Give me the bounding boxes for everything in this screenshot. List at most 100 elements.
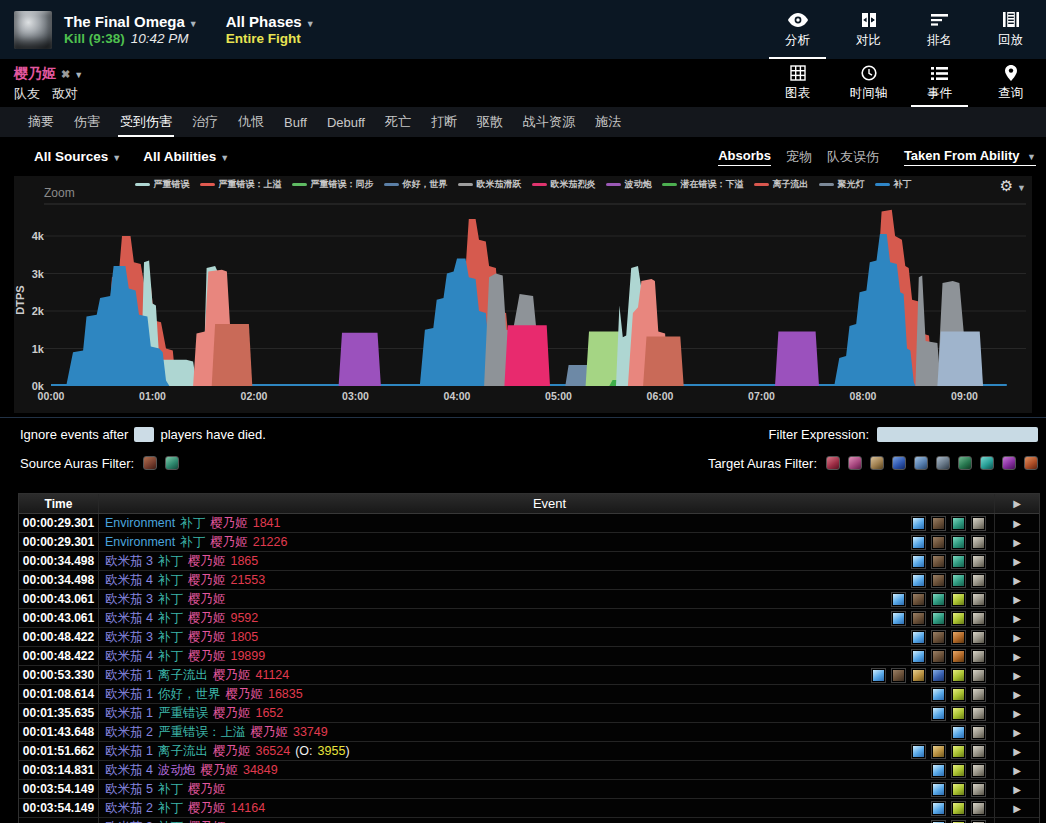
tab-Debuff[interactable]: Debuff — [317, 107, 375, 137]
aura-icon[interactable] — [892, 456, 906, 470]
aura-icon[interactable] — [951, 763, 966, 778]
tab-受到伤害[interactable]: 受到伤害 — [110, 107, 182, 137]
aura-icon[interactable] — [971, 744, 986, 759]
legend-item[interactable]: 潜在错误：下溢 — [662, 178, 744, 191]
aura-icon[interactable] — [931, 516, 946, 531]
legend-item[interactable]: 补丁 — [875, 178, 912, 191]
aura-icon[interactable] — [1024, 456, 1038, 470]
deaths-count-input[interactable] — [134, 427, 154, 442]
aura-icon[interactable] — [165, 456, 179, 470]
aura-icon[interactable] — [951, 668, 966, 683]
aura-icon[interactable] — [958, 456, 972, 470]
aura-icon[interactable] — [931, 782, 946, 797]
selected-player[interactable]: 樱乃姬 — [14, 65, 56, 81]
aura-icon[interactable] — [931, 573, 946, 588]
legend-item[interactable]: 严重错误：同步 — [292, 178, 374, 191]
absorbs-toggle[interactable]: Absorbs — [718, 148, 771, 166]
aura-icon[interactable] — [951, 744, 966, 759]
sources-dropdown[interactable]: All Sources▼ — [34, 149, 121, 164]
aura-icon[interactable] — [931, 630, 946, 645]
aura-icon[interactable] — [931, 744, 946, 759]
taken-from-dropdown[interactable]: Taken From Ability ▼ — [904, 148, 1036, 166]
expand-column-header[interactable]: ▶ — [994, 494, 1039, 513]
tab-伤害[interactable]: 伤害 — [64, 107, 110, 137]
aura-icon[interactable] — [914, 456, 928, 470]
aura-icon[interactable] — [971, 668, 986, 683]
aura-icon[interactable] — [951, 706, 966, 721]
aura-icon[interactable] — [936, 456, 950, 470]
tab-Buff[interactable]: Buff — [274, 107, 317, 137]
view-eye-button[interactable]: 分析 — [762, 0, 833, 59]
aura-icon[interactable] — [951, 611, 966, 626]
aura-icon[interactable] — [971, 687, 986, 702]
mode-list-button[interactable]: 事件 — [904, 59, 975, 107]
legend-item[interactable]: 你好，世界 — [384, 178, 448, 191]
aura-icon[interactable] — [951, 516, 966, 531]
legend-item[interactable]: 聚光灯 — [819, 178, 865, 191]
pets-toggle[interactable]: 宠物 — [786, 148, 812, 166]
row-expand-button[interactable]: ▶ — [994, 799, 1039, 817]
aura-icon[interactable] — [971, 554, 986, 569]
view-compare-button[interactable]: 对比 — [833, 0, 904, 59]
aura-icon[interactable] — [826, 456, 840, 470]
row-expand-button[interactable]: ▶ — [994, 742, 1039, 760]
view-ranking-button[interactable]: 排名 — [904, 0, 975, 59]
aura-icon[interactable] — [971, 801, 986, 816]
tab-打断[interactable]: 打断 — [421, 107, 467, 137]
aura-icon[interactable] — [951, 725, 966, 740]
aura-icon[interactable] — [143, 456, 157, 470]
friendly-fire-toggle[interactable]: 队友误伤 — [827, 148, 879, 166]
aura-icon[interactable] — [971, 573, 986, 588]
abilities-dropdown[interactable]: All Abilities▼ — [143, 149, 229, 164]
legend-item[interactable]: 欧米茄滑跃 — [458, 178, 522, 191]
row-expand-button[interactable]: ▶ — [994, 533, 1039, 551]
aura-icon[interactable] — [911, 516, 926, 531]
aura-icon[interactable] — [931, 687, 946, 702]
time-column-header[interactable]: Time — [19, 494, 99, 513]
aura-icon[interactable] — [931, 592, 946, 607]
tab-死亡[interactable]: 死亡 — [375, 107, 421, 137]
aura-icon[interactable] — [1002, 456, 1016, 470]
aura-icon[interactable] — [951, 649, 966, 664]
aura-icon[interactable] — [870, 456, 884, 470]
aura-icon[interactable] — [911, 649, 926, 664]
row-expand-button[interactable]: ▶ — [994, 723, 1039, 741]
aura-icon[interactable] — [911, 554, 926, 569]
row-expand-button[interactable]: ▶ — [994, 514, 1039, 532]
aura-icon[interactable] — [971, 592, 986, 607]
aura-icon[interactable] — [951, 801, 966, 816]
aura-icon[interactable] — [891, 668, 906, 683]
aura-icon[interactable] — [931, 668, 946, 683]
aura-icon[interactable] — [951, 535, 966, 550]
legend-item[interactable]: 严重错误：上溢 — [200, 178, 282, 191]
aura-icon[interactable] — [951, 573, 966, 588]
row-expand-button[interactable]: ▶ — [994, 609, 1039, 627]
aura-icon[interactable] — [971, 763, 986, 778]
dtps-chart[interactable]: 0k1k2k3k4k00:0001:0002:0003:0004:0005:00… — [14, 176, 1032, 413]
row-expand-button[interactable]: ▶ — [994, 704, 1039, 722]
chevron-down-icon[interactable]: ▼ — [74, 70, 83, 80]
aura-icon[interactable] — [971, 649, 986, 664]
aura-icon[interactable] — [980, 456, 994, 470]
aura-icon[interactable] — [971, 535, 986, 550]
aura-icon[interactable] — [911, 630, 926, 645]
aura-icon[interactable] — [911, 611, 926, 626]
legend-item[interactable]: 欧米茄烈炎 — [532, 178, 596, 191]
tab-治疗[interactable]: 治疗 — [182, 107, 228, 137]
fight-title-dropdown[interactable]: The Final Omega▼ — [64, 13, 198, 30]
tab-仇恨[interactable]: 仇恨 — [228, 107, 274, 137]
chart-settings-gear-icon[interactable]: ⚙▼ — [1000, 177, 1026, 195]
row-expand-button[interactable]: ▶ — [994, 685, 1039, 703]
aura-icon[interactable] — [971, 516, 986, 531]
row-expand-button[interactable]: ▶ — [994, 666, 1039, 684]
legend-item[interactable]: 离子流出 — [754, 178, 809, 191]
tab-驱散[interactable]: 驱散 — [467, 107, 513, 137]
aura-icon[interactable] — [911, 535, 926, 550]
legend-item[interactable]: 严重错误 — [135, 178, 190, 191]
aura-icon[interactable] — [911, 744, 926, 759]
aura-icon[interactable] — [911, 592, 926, 607]
aura-icon[interactable] — [931, 535, 946, 550]
legend-item[interactable]: 波动炮 — [606, 178, 652, 191]
aura-icon[interactable] — [971, 725, 986, 740]
aura-icon[interactable] — [891, 611, 906, 626]
